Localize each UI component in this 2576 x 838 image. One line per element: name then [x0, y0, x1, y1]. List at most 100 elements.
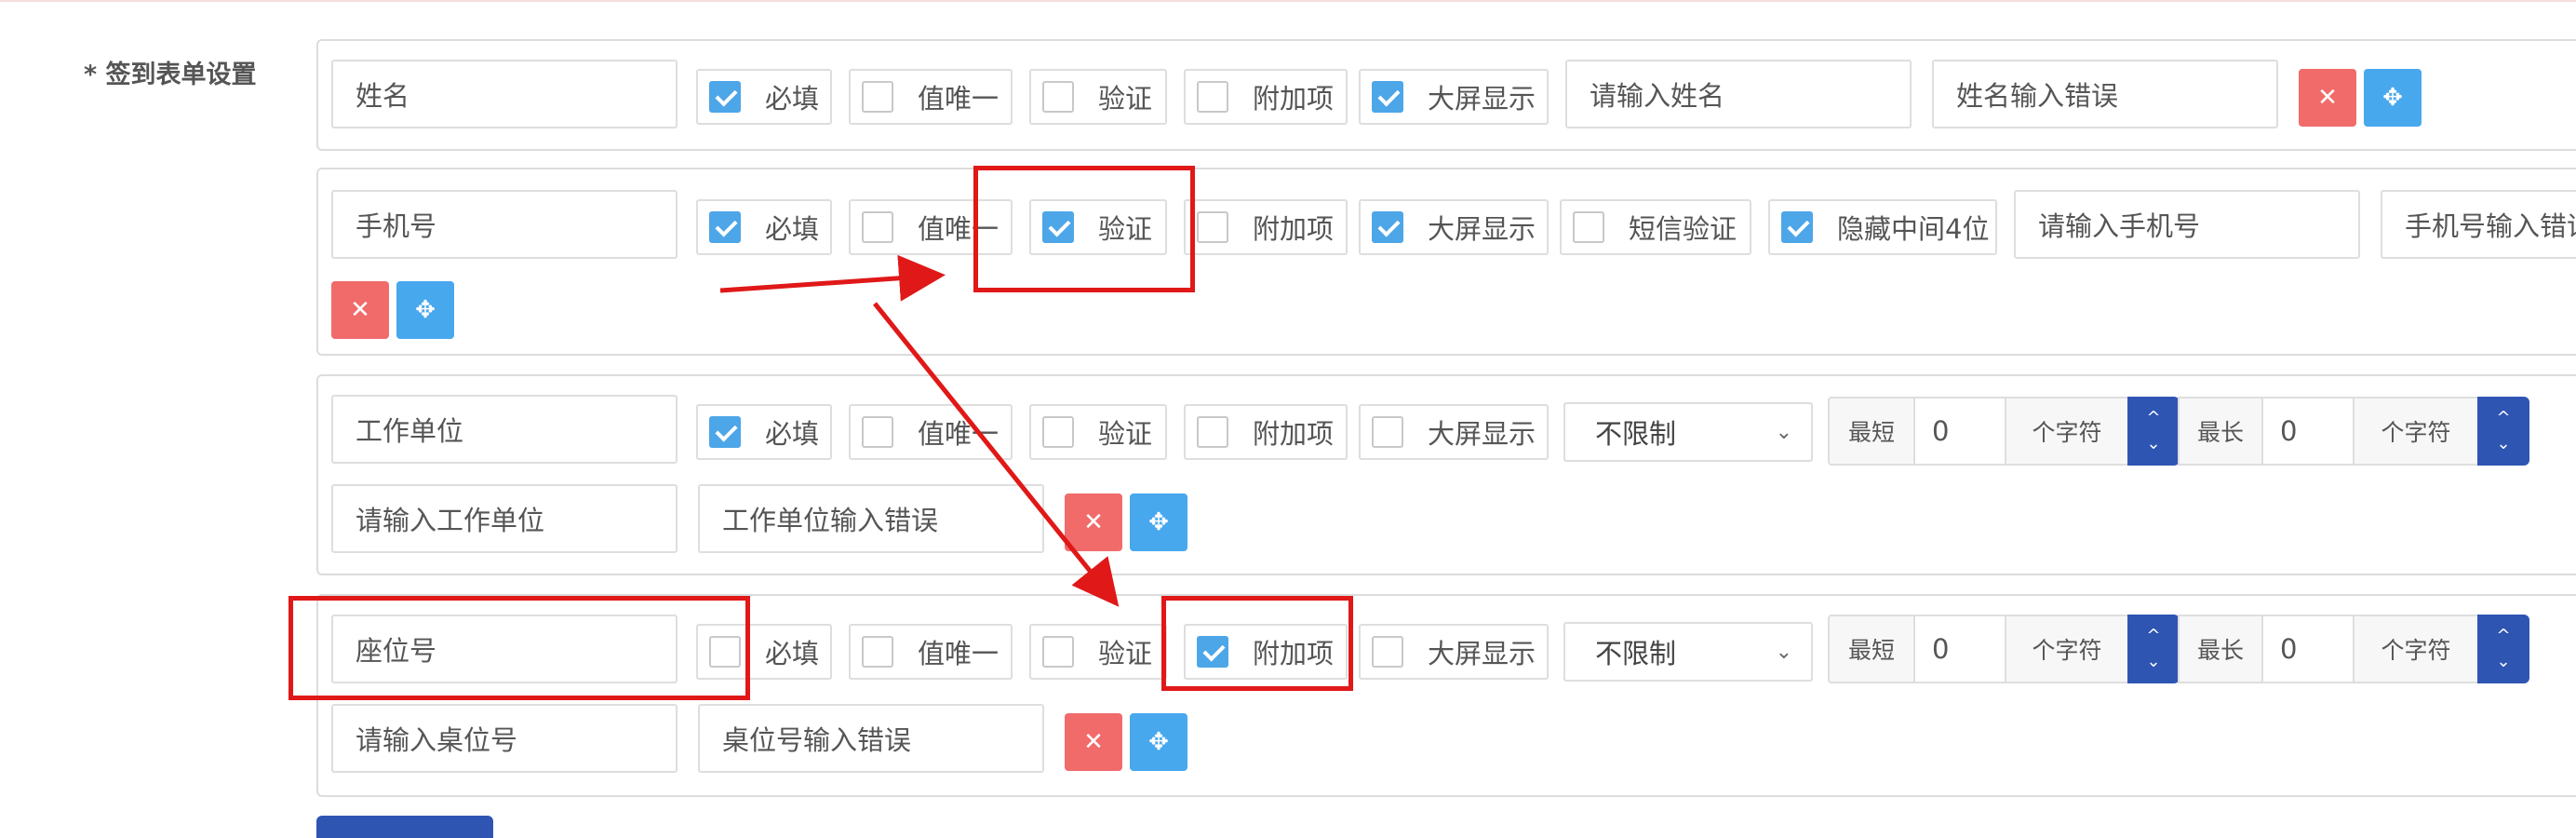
check-extra[interactable]: 附加项 [1184, 404, 1348, 460]
limit-select[interactable]: 不限制 ⌄ [1563, 622, 1813, 682]
max-input[interactable]: 0 [2261, 397, 2355, 466]
checkbox-icon[interactable] [709, 81, 741, 113]
min-unit: 个字符 [2005, 397, 2129, 466]
checkbox-icon[interactable] [1781, 211, 1813, 243]
placeholder-input[interactable]: 请输入桌位号 [331, 704, 678, 773]
move-button[interactable]: ✥ [2364, 69, 2422, 127]
check-unique[interactable]: 值唯一 [849, 624, 1013, 680]
delete-button[interactable]: ✕ [331, 281, 389, 339]
checkbox-icon[interactable] [1372, 211, 1403, 243]
checkbox-icon[interactable] [862, 416, 893, 448]
max-spinner[interactable]: ^ ⌄ [2477, 615, 2529, 683]
chevron-down-icon[interactable]: ⌄ [2496, 649, 2510, 675]
min-spinner[interactable]: ^ ⌄ [2127, 615, 2180, 683]
field-name-input[interactable]: 手机号 [331, 190, 678, 259]
min-unit: 个字符 [2005, 615, 2129, 683]
check-label: 值唯一 [918, 638, 1000, 669]
checkbox-icon[interactable] [1197, 211, 1228, 243]
move-button[interactable]: ✥ [1130, 493, 1187, 551]
check-required[interactable]: 必填 [696, 69, 832, 125]
max-label: 最长 [2178, 615, 2263, 683]
placeholder-input[interactable]: 请输入手机号 [2014, 190, 2360, 259]
check-unique[interactable]: 值唯一 [849, 404, 1013, 460]
delete-button[interactable]: ✕ [2299, 69, 2356, 127]
max-label: 最长 [2178, 397, 2263, 466]
chevron-up-icon[interactable]: ^ [2146, 405, 2160, 431]
move-button[interactable]: ✥ [1130, 713, 1187, 771]
error-input[interactable]: 工作单位输入错误 [698, 484, 1044, 553]
checkbox-icon[interactable] [1573, 211, 1604, 243]
chevron-down-icon[interactable]: ⌄ [2146, 649, 2160, 675]
check-bigscreen[interactable]: 大屏显示 [1359, 404, 1549, 460]
checkbox-icon[interactable] [1372, 81, 1403, 113]
error-input[interactable]: 桌位号输入错误 [698, 704, 1044, 773]
checkbox-icon[interactable] [709, 416, 741, 448]
check-label: 验证 [1098, 638, 1153, 669]
delete-button[interactable]: ✕ [1065, 493, 1122, 551]
checkbox-icon[interactable] [1042, 81, 1074, 113]
chevron-down-icon[interactable]: ⌄ [2496, 431, 2510, 457]
placeholder-input[interactable]: 请输入工作单位 [331, 484, 678, 553]
check-label: 验证 [1098, 418, 1153, 450]
close-icon: ✕ [2317, 84, 2338, 112]
check-unique[interactable]: 值唯一 [849, 69, 1013, 125]
limit-select[interactable]: 不限制 ⌄ [1563, 402, 1813, 462]
check-label: 附加项 [1253, 83, 1335, 115]
checkbox-icon[interactable] [862, 636, 893, 668]
check-required[interactable]: 必填 [696, 199, 832, 255]
chevron-down-icon[interactable]: ⌄ [2146, 431, 2160, 457]
check-label: 必填 [765, 213, 820, 245]
form-row-company: 工作单位 必填 值唯一 验证 附加项 大屏显示 不限制 ⌄ 最短 0 个字符 ^ ⌄… [316, 374, 2576, 575]
move-icon: ✥ [1148, 728, 1169, 756]
check-verify[interactable]: 验证 [1029, 404, 1167, 460]
move-icon: ✥ [1148, 508, 1169, 536]
check-label: 值唯一 [918, 418, 1000, 450]
checkbox-icon[interactable] [1042, 636, 1074, 668]
move-button[interactable]: ✥ [396, 281, 454, 339]
min-input[interactable]: 0 [1913, 397, 2006, 466]
check-bigscreen[interactable]: 大屏显示 [1359, 199, 1549, 255]
field-name-input[interactable]: 姓名 [331, 60, 678, 128]
move-icon: ✥ [415, 296, 436, 324]
check-label: 必填 [765, 418, 820, 450]
close-icon: ✕ [350, 296, 370, 324]
check-bigscreen[interactable]: 大屏显示 [1359, 624, 1549, 680]
checkbox-icon[interactable] [1197, 81, 1228, 113]
error-input[interactable]: 手机号输入错误 [2381, 190, 2576, 259]
checkbox-icon[interactable] [862, 81, 893, 113]
chevron-up-icon[interactable]: ^ [2496, 405, 2510, 431]
check-label: 值唯一 [918, 83, 1000, 115]
max-unit: 个字符 [2353, 397, 2479, 466]
add-field-button[interactable] [316, 816, 493, 838]
field-name-input[interactable]: 工作单位 [331, 395, 678, 464]
check-extra[interactable]: 附加项 [1184, 199, 1348, 255]
check-label: 附加项 [1253, 418, 1335, 450]
checkbox-icon[interactable] [709, 211, 741, 243]
chevron-up-icon[interactable]: ^ [2146, 623, 2160, 649]
max-spinner[interactable]: ^ ⌄ [2477, 397, 2529, 466]
check-sms-verify[interactable]: 短信验证 [1560, 199, 1751, 255]
min-input[interactable]: 0 [1913, 615, 2006, 683]
max-input[interactable]: 0 [2261, 615, 2355, 683]
check-hide-middle[interactable]: 隐藏中间4位 [1768, 199, 1997, 255]
annotation-box-verify [973, 166, 1195, 292]
check-bigscreen[interactable]: 大屏显示 [1359, 69, 1549, 125]
checkbox-icon[interactable] [1372, 636, 1403, 668]
check-verify[interactable]: 验证 [1029, 624, 1167, 680]
check-required[interactable]: 必填 [696, 404, 832, 460]
checkbox-icon[interactable] [1197, 416, 1228, 448]
checkbox-icon[interactable] [1042, 416, 1074, 448]
chevron-up-icon[interactable]: ^ [2496, 623, 2510, 649]
placeholder-input[interactable]: 请输入姓名 [1565, 60, 1912, 128]
min-spinner[interactable]: ^ ⌄ [2127, 397, 2180, 466]
checkbox-icon[interactable] [1372, 416, 1403, 448]
check-extra[interactable]: 附加项 [1184, 69, 1348, 125]
chevron-down-icon: ⌄ [1775, 641, 1792, 664]
max-unit: 个字符 [2353, 615, 2479, 683]
delete-button[interactable]: ✕ [1065, 713, 1122, 771]
checkbox-icon[interactable] [862, 211, 893, 243]
check-verify[interactable]: 验证 [1029, 69, 1167, 125]
error-input[interactable]: 姓名输入错误 [1932, 60, 2278, 128]
move-icon: ✥ [2382, 84, 2403, 112]
form-row-name: 姓名 必填 值唯一 验证 附加项 大屏显示 请输入姓名 姓名输入错误 ✕ ✥ [316, 39, 2576, 151]
